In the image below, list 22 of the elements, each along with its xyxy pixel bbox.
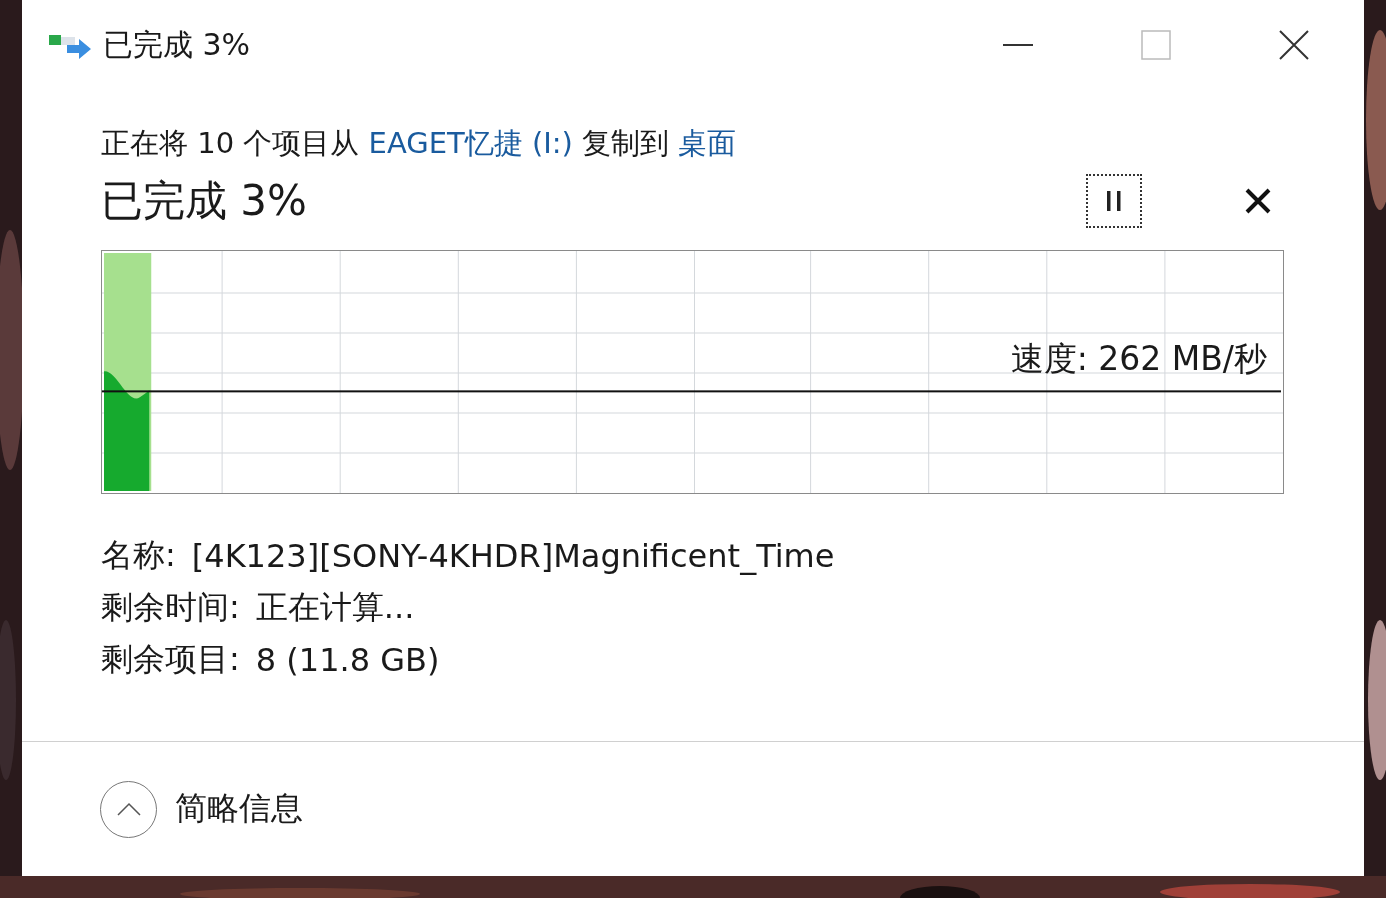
detail-label: 名称: bbox=[101, 535, 176, 576]
location-link[interactable]: EAGET忆捷 (I:) bbox=[368, 126, 573, 160]
details-toggle-label: 简略信息 bbox=[175, 788, 303, 829]
pause-icon bbox=[1104, 189, 1124, 213]
cancel-icon bbox=[1245, 188, 1271, 214]
maximize-icon bbox=[1141, 30, 1171, 60]
pause-button[interactable] bbox=[1086, 174, 1142, 228]
collapse-button[interactable] bbox=[100, 780, 157, 838]
location-link[interactable]: 桌面 bbox=[678, 126, 737, 160]
copy-description: 正在将 10 个项目从 EAGET忆捷 (I:) 复制到 桌面 bbox=[101, 125, 738, 162]
minimize-icon bbox=[1003, 43, 1033, 47]
speed-label: 速度: 262 MB/秒 bbox=[1010, 337, 1267, 380]
window-title: 已完成 3% bbox=[103, 25, 251, 64]
detail-label: 剩余时间: bbox=[101, 587, 240, 628]
detail-value: 8 (11.8 GB) bbox=[255, 641, 440, 679]
detail-value: [4K123][SONY-4KHDR]Magnificent_Time bbox=[191, 537, 835, 575]
close-icon bbox=[1279, 30, 1309, 60]
progress-heading: 已完成 3% bbox=[101, 175, 307, 227]
close-button[interactable] bbox=[1278, 29, 1310, 61]
detail-label: 剩余项目: bbox=[101, 639, 240, 680]
chevron-icon bbox=[116, 802, 141, 816]
detail-value: 正在计算... bbox=[255, 587, 415, 628]
